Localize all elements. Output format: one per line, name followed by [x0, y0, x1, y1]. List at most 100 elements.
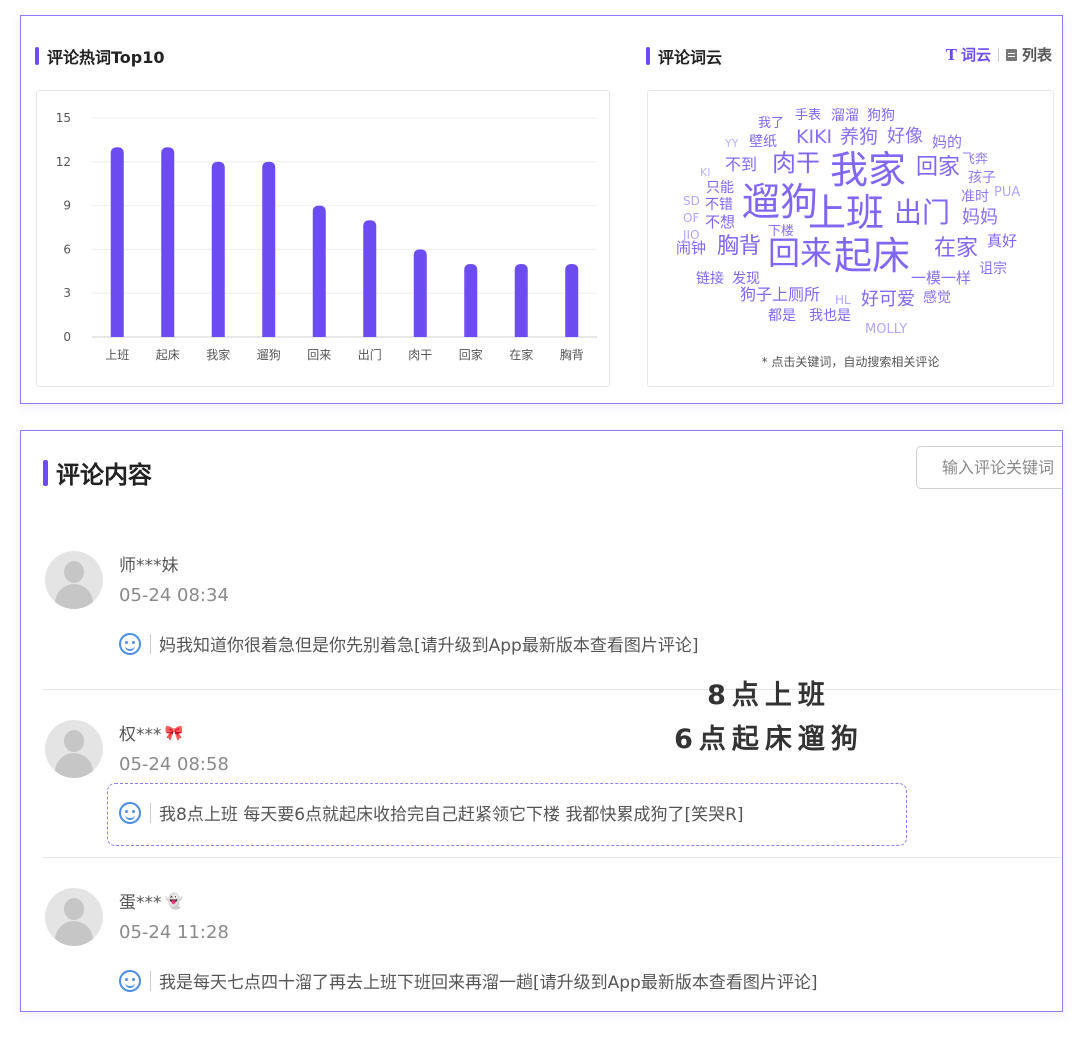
avatar [45, 551, 103, 609]
chart-bar[interactable] [514, 264, 528, 337]
x-tick-label: 肉干 [408, 348, 432, 362]
wordcloud-word[interactable]: HL [835, 294, 851, 306]
wordcloud-word[interactable]: 我也是 [809, 309, 851, 323]
annotation-callout: 8点上班 6点起床遛狗 [649, 674, 889, 762]
comment-search-input[interactable] [916, 446, 1062, 489]
wordcloud-word[interactable]: 狗子上厕所 [740, 287, 820, 303]
wordcloud-word[interactable]: 养狗 [840, 128, 878, 147]
wordcloud-word[interactable]: 回家 [916, 157, 960, 179]
chart-bar[interactable] [413, 249, 427, 337]
wordcloud-word[interactable]: 胸背 [717, 236, 761, 258]
y-tick-label: 15 [56, 111, 71, 125]
toggle-wordcloud-button[interactable]: T 词云 [946, 44, 991, 65]
wordcloud-word[interactable]: 都是 [768, 309, 796, 323]
comment-username: 权*** 🎀 [119, 720, 183, 746]
wordcloud-word[interactable]: 出门 [894, 199, 950, 227]
wordcloud-word[interactable]: 不想 [705, 215, 735, 230]
username-text: 师***妹 [119, 556, 179, 576]
analysis-panel: 评论热词Top10 0 3 6 9 12 15 上班 起床 我家 遛狗 回来 出门 肉干 回家 在家 胸背 评… [20, 15, 1063, 404]
wordcloud-word[interactable]: 真好 [987, 234, 1017, 249]
chart-bar[interactable] [110, 147, 124, 337]
y-tick-label: 9 [63, 199, 71, 213]
view-toggle: T 词云 列表 [946, 44, 1052, 65]
wordcloud-word[interactable]: 诅宗 [979, 262, 1007, 276]
wordcloud-section-title: 评论词云 [646, 44, 722, 68]
wordcloud-word[interactable]: OF [683, 212, 699, 224]
avatar [45, 888, 103, 946]
wordcloud-word[interactable]: 起床 [834, 237, 910, 275]
x-tick-label: 回家 [459, 347, 483, 362]
x-tick-label: 我家 [206, 347, 230, 362]
comment-text: 妈我知道你很着急但是你先别着急[请升级到App最新版本查看图片评论] [159, 636, 699, 656]
wordcloud-word[interactable]: YY [725, 138, 738, 149]
wordcloud-word[interactable]: MOLLY [865, 323, 907, 336]
toggle-list-button[interactable]: 列表 [1005, 44, 1052, 65]
callout-line-1: 8点上班 [707, 680, 831, 711]
wordcloud-word[interactable]: 飞奔 [962, 153, 988, 166]
wordcloud-word[interactable]: 回来 [768, 237, 832, 269]
x-tick-label: 起床 [156, 348, 180, 362]
text-divider [150, 633, 151, 654]
wordcloud-word[interactable]: 发现 [732, 272, 760, 286]
wordcloud-word[interactable]: 溜溜 [831, 109, 859, 123]
title-accent-bar [646, 47, 650, 65]
chart-bar[interactable] [262, 161, 276, 337]
wordcloud-word[interactable]: KI [700, 167, 710, 178]
wordcloud-word[interactable]: 不到 [725, 157, 757, 173]
avatar [45, 720, 103, 778]
wordcloud-word[interactable]: 手表 [795, 109, 821, 122]
wordcloud-word[interactable]: 妈妈 [962, 209, 998, 227]
toggle-divider [997, 47, 999, 62]
wordcloud-word[interactable]: 肉干 [772, 151, 820, 175]
wordcloud-word[interactable]: 我了 [758, 117, 784, 130]
comment-divider [43, 689, 1062, 690]
highlighted-comment-frame [107, 783, 907, 846]
hotwords-section-title: 评论热词Top10 [35, 44, 165, 68]
chart-bar[interactable] [312, 205, 326, 337]
chart-bar[interactable] [211, 161, 225, 337]
wordcloud-word[interactable]: 壁纸 [749, 135, 777, 149]
list-icon [1005, 48, 1017, 61]
wordcloud-word[interactable]: 好可爱 [861, 291, 915, 309]
wordcloud-word[interactable]: 准时 [961, 190, 989, 204]
wordcloud-word[interactable]: 孩子 [968, 171, 996, 185]
y-tick-label: 0 [63, 330, 71, 344]
wordcloud-word[interactable]: 只能 [706, 181, 734, 195]
wordcloud-word[interactable]: 在家 [934, 238, 978, 260]
wordcloud-word[interactable]: 感觉 [923, 291, 951, 305]
comment-username: 师***妹 [119, 551, 179, 576]
wordcloud-word[interactable]: SD [683, 195, 700, 207]
chart-bar[interactable] [161, 147, 175, 337]
chart-bar[interactable] [464, 264, 478, 337]
comment-time: 05-24 08:58 [119, 754, 229, 775]
wordcloud-word[interactable]: 我家 [830, 151, 906, 189]
comment-text-row: 妈我知道你很着急但是你先别着急[请升级到App最新版本查看图片评论] [119, 631, 698, 656]
comment-username: 蛋*** 👻 [119, 888, 184, 914]
wordcloud-word[interactable]: 遛狗 [742, 183, 818, 221]
wordcloud-word[interactable]: KIKI [796, 128, 832, 147]
wordcloud-word[interactable]: 不错 [705, 198, 733, 212]
comments-section-title: 评论内容 [43, 455, 152, 490]
y-tick-label: 12 [56, 155, 71, 169]
wordcloud-word[interactable]: 好像 [887, 128, 923, 146]
wordcloud-word[interactable]: 链接 [696, 272, 724, 286]
wordcloud-word[interactable]: 闹钟 [676, 241, 706, 256]
wordcloud-word[interactable]: 一模一样 [911, 271, 971, 286]
ghost-emoji-icon: 👻 [164, 891, 184, 910]
bar-chart-svg: 0 3 6 9 12 15 上班 起床 我家 遛狗 回来 出门 肉干 回家 在家 胸背 [56, 111, 597, 362]
text-t-icon: T [945, 45, 957, 64]
title-accent-bar [35, 47, 39, 65]
comment-time: 05-24 11:28 [119, 922, 229, 943]
username-text: 蛋*** [119, 893, 162, 913]
chart-bar[interactable] [363, 220, 377, 337]
wordcloud-word[interactable]: 狗狗 [867, 109, 895, 123]
wordcloud-word[interactable]: 上班 [808, 194, 884, 232]
callout-line-2: 6点起床遛狗 [674, 724, 864, 755]
x-tick-label: 上班 [105, 348, 129, 362]
wordcloud-word[interactable]: 妈的 [932, 135, 962, 150]
wordcloud-word[interactable]: PUA [994, 186, 1020, 199]
x-tick-label: 出门 [358, 347, 382, 362]
username-text: 权*** [119, 725, 162, 745]
chart-bar[interactable] [565, 264, 579, 337]
x-tick-label: 在家 [509, 347, 533, 362]
